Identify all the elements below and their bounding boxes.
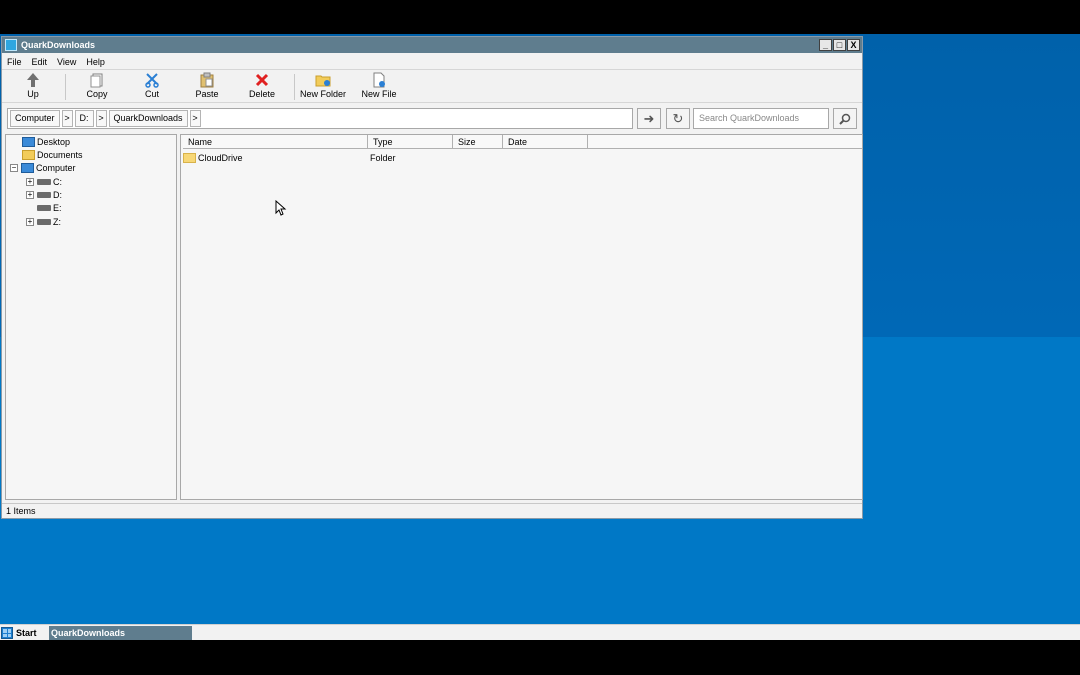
- breadcrumb[interactable]: Computer > D: > QuarkDownloads >: [7, 108, 633, 129]
- search-icon: [839, 113, 851, 125]
- paste-button[interactable]: Paste: [193, 72, 221, 102]
- file-list[interactable]: Name Type Size Date CloudDrive Folder: [180, 134, 863, 500]
- delete-label: Delete: [248, 89, 275, 99]
- new-file-button[interactable]: New File: [361, 72, 397, 102]
- tree-item-label: E:: [53, 203, 62, 213]
- drive-icon: [37, 205, 51, 211]
- arrow-up-icon: [25, 72, 41, 88]
- column-header-type[interactable]: Type: [368, 135, 453, 149]
- tree-item-drive-e[interactable]: E:: [37, 202, 62, 214]
- file-manager-window: QuarkDownloads _ □ X File Edit View Help…: [1, 36, 863, 519]
- address-bar: Computer > D: > QuarkDownloads > ➜ ↻ Sea…: [2, 105, 862, 133]
- minimize-button[interactable]: _: [819, 39, 832, 51]
- column-header-date[interactable]: Date: [503, 135, 588, 149]
- new-file-icon: [371, 72, 387, 88]
- tree-item-drive-z[interactable]: + Z:: [26, 216, 61, 228]
- chevron-right-icon[interactable]: >: [61, 110, 73, 127]
- drive-icon: [37, 192, 51, 198]
- menu-edit[interactable]: Edit: [27, 57, 53, 67]
- toolbar: Up Copy Cut Paste Delete New Folder New …: [2, 71, 862, 103]
- tree-item-label: Computer: [36, 163, 76, 173]
- menu-help[interactable]: Help: [81, 57, 110, 67]
- new-folder-icon: [315, 72, 331, 88]
- menu-view[interactable]: View: [52, 57, 81, 67]
- cut-button[interactable]: Cut: [141, 72, 163, 102]
- copy-label: Copy: [86, 89, 108, 99]
- paste-label: Paste: [195, 89, 219, 99]
- tree-item-label: C:: [53, 177, 62, 187]
- delete-button[interactable]: Delete: [247, 72, 277, 102]
- status-bar: 1 Items: [2, 503, 862, 518]
- breadcrumb-computer[interactable]: Computer: [10, 110, 60, 127]
- tree-item-drive-d[interactable]: + D:: [26, 189, 62, 201]
- column-header-size[interactable]: Size: [453, 135, 503, 149]
- mouse-cursor-icon: [275, 200, 287, 216]
- start-button[interactable]: Start: [1, 626, 47, 640]
- taskbar: Start QuarkDownloads: [0, 624, 1080, 640]
- tree-item-documents[interactable]: Documents: [22, 149, 83, 161]
- refresh-button[interactable]: ↻: [666, 108, 690, 129]
- new-folder-button[interactable]: New Folder: [299, 72, 347, 102]
- arrow-right-icon: ➜: [643, 111, 655, 126]
- column-header-filler: [588, 135, 862, 149]
- collapse-icon[interactable]: −: [10, 164, 18, 172]
- file-type: Folder: [370, 153, 396, 163]
- up-button[interactable]: Up: [22, 72, 44, 102]
- tree-item-label: Documents: [37, 150, 83, 160]
- folder-icon: [183, 153, 196, 163]
- toolbar-separator: [294, 74, 295, 100]
- windows-logo-icon: [1, 627, 13, 639]
- desktop-icon: [22, 137, 35, 147]
- refresh-icon: ↻: [672, 111, 684, 126]
- new-file-label: New File: [361, 89, 397, 99]
- scissors-icon: [144, 72, 160, 88]
- maximize-button[interactable]: □: [833, 39, 846, 51]
- tree-item-label: Desktop: [37, 137, 71, 147]
- taskbar-item-quarkdownloads[interactable]: QuarkDownloads: [49, 626, 192, 640]
- start-label: Start: [16, 628, 37, 638]
- tree-item-desktop[interactable]: Desktop: [22, 136, 70, 148]
- menu-file[interactable]: File: [2, 57, 27, 67]
- window-title: QuarkDownloads: [21, 40, 96, 50]
- go-button[interactable]: ➜: [637, 108, 661, 129]
- copy-icon: [89, 72, 105, 88]
- table-row[interactable]: CloudDrive Folder: [183, 152, 455, 164]
- tree-item-drive-c[interactable]: + C:: [26, 176, 62, 188]
- documents-folder-icon: [22, 150, 35, 160]
- clipboard-icon: [199, 72, 215, 88]
- tree-item-computer[interactable]: − Computer: [10, 162, 76, 174]
- toolbar-separator: [65, 74, 66, 100]
- breadcrumb-quarkdownloads[interactable]: QuarkDownloads: [108, 110, 188, 127]
- drive-icon: [37, 219, 51, 225]
- new-folder-label: New Folder: [299, 89, 346, 99]
- tree-item-label: D:: [53, 190, 62, 200]
- copy-button[interactable]: Copy: [84, 72, 110, 102]
- menu-bar: File Edit View Help: [2, 54, 862, 70]
- file-name: CloudDrive: [198, 153, 243, 163]
- folder-tree: Desktop Documents − Computer + C: + D: E…: [5, 134, 177, 500]
- search-button[interactable]: [833, 108, 857, 129]
- search-input[interactable]: Search QuarkDownloads: [693, 108, 829, 129]
- delete-x-icon: [254, 72, 270, 88]
- title-bar[interactable]: QuarkDownloads _ □ X: [2, 37, 862, 53]
- cut-label: Cut: [144, 89, 159, 99]
- app-icon: [5, 39, 17, 51]
- chevron-right-icon[interactable]: >: [95, 110, 107, 127]
- computer-icon: [21, 163, 34, 173]
- up-label: Up: [27, 89, 39, 99]
- breadcrumb-d-drive[interactable]: D:: [74, 110, 94, 127]
- drive-icon: [37, 179, 51, 185]
- tree-item-label: Z:: [53, 217, 61, 227]
- column-header-name[interactable]: Name: [183, 135, 368, 149]
- expand-icon[interactable]: +: [26, 178, 34, 186]
- chevron-right-icon[interactable]: >: [189, 110, 201, 127]
- expand-icon[interactable]: +: [26, 191, 34, 199]
- expand-icon[interactable]: +: [26, 218, 34, 226]
- close-button[interactable]: X: [847, 39, 860, 51]
